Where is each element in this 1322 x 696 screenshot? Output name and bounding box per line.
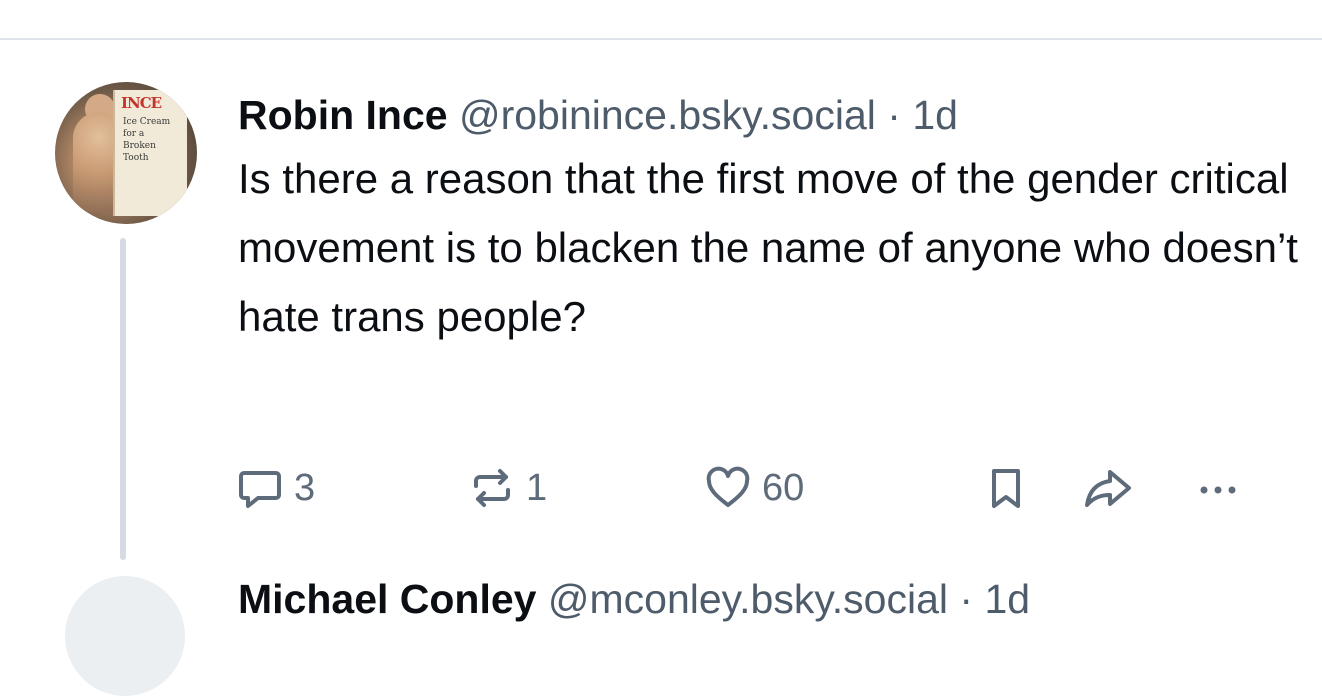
author-name[interactable]: Robin Ince — [238, 92, 448, 138]
avatar-book-title: Ice Cream for a Broken Tooth — [123, 117, 171, 163]
next-author-name[interactable]: Michael Conley — [238, 576, 536, 622]
post-body: Robin Ince @robinince.bsky.social · 1d I… — [238, 86, 1298, 351]
post-header: Robin Ince @robinince.bsky.social · 1d — [238, 86, 1298, 144]
bookmark-icon — [982, 464, 1030, 512]
share-button[interactable] — [1082, 458, 1134, 518]
next-post-header: Michael Conley @mconley.bsky.social · 1d — [238, 570, 1030, 628]
next-author-handle[interactable]: @mconley.bsky.social — [548, 576, 948, 622]
more-button[interactable] — [1194, 458, 1242, 518]
post-time[interactable]: 1d — [912, 92, 958, 138]
author-handle[interactable]: @robinince.bsky.social — [459, 92, 876, 138]
like-button[interactable]: 60 — [704, 458, 804, 518]
thread-line — [120, 238, 126, 560]
next-post-time[interactable]: 1d — [984, 576, 1030, 622]
repost-count: 1 — [526, 466, 548, 509]
reply-icon — [236, 464, 284, 512]
bookmark-button[interactable] — [982, 458, 1030, 518]
avatar-book-brand: INCE — [121, 94, 162, 112]
next-post-avatar[interactable] — [65, 576, 185, 696]
heart-icon — [704, 464, 752, 512]
repost-icon — [468, 464, 516, 512]
post-text: Is there a reason that the first move of… — [238, 155, 1298, 340]
reply-button[interactable]: 3 — [236, 458, 315, 518]
reply-count: 3 — [294, 466, 316, 509]
avatar-book-cover: INCE Ice Cream for a Broken Tooth — [113, 90, 187, 216]
repost-button[interactable]: 1 — [468, 458, 547, 518]
top-divider — [0, 38, 1322, 40]
more-icon — [1194, 464, 1242, 512]
avatar[interactable]: INCE Ice Cream for a Broken Tooth — [55, 82, 197, 224]
like-count: 60 — [762, 466, 805, 509]
header-separator: · — [887, 92, 901, 138]
share-icon — [1082, 464, 1134, 512]
next-header-separator: · — [959, 576, 974, 622]
post-actions: 3 1 60 — [236, 458, 1256, 518]
